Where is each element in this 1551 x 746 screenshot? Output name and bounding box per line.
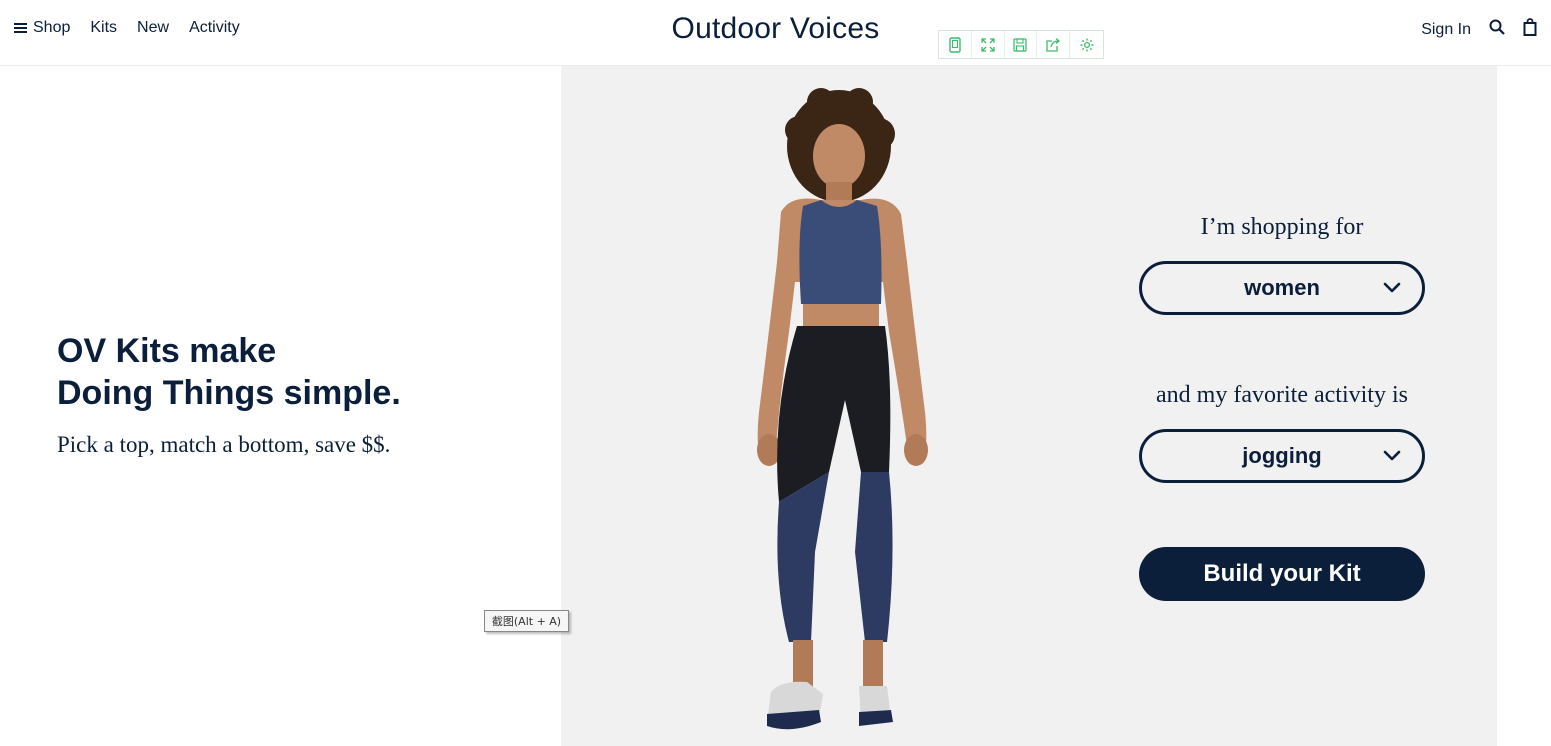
hero-subline: Pick a top, match a bottom, save $$. [57,432,391,457]
build-your-kit-button[interactable]: Build your Kit [1139,547,1425,601]
tablet-icon[interactable] [939,31,972,58]
nav-new[interactable]: New [137,19,169,37]
nav-kits[interactable]: Kits [90,19,117,37]
activity-select[interactable]: jogging [1139,429,1425,483]
activity-value: jogging [1242,443,1322,468]
hero-headline-line2: Doing Things simple. [57,374,401,412]
shopping-for-select[interactable]: women [1139,261,1425,315]
shopping-bag-icon[interactable] [1523,18,1537,41]
right-margin [1497,66,1551,746]
chevron-down-icon [1383,450,1401,461]
shopping-for-value: women [1244,275,1320,300]
hero-headline: OV Kits make Doing Things simple. [57,330,537,414]
settings-icon[interactable] [1070,31,1103,58]
hero-image-panel: I’m shopping for women and my favorite a… [561,66,1497,746]
shopping-for-label: I’m shopping for [1200,214,1364,240]
share-icon[interactable] [1037,31,1071,58]
chevron-down-icon [1383,282,1401,293]
account-nav: Sign In [1421,18,1537,41]
search-icon[interactable] [1489,19,1505,40]
nav-shop-label: Shop [33,19,71,36]
primary-nav: Shop Kits New Activity [14,19,240,37]
model-photo [757,88,928,730]
menu-icon [14,23,27,33]
hero-headline-line1: OV Kits make [57,332,277,370]
activity-label: and my favorite activity is [1156,382,1408,408]
brand-logo[interactable]: Outdoor Voices [672,12,880,45]
floating-toolbar [938,30,1104,59]
nav-activity[interactable]: Activity [189,19,240,37]
save-icon[interactable] [1005,31,1038,58]
nav-shop[interactable]: Shop [14,19,70,37]
top-navigation-bar: Shop Kits New Activity Outdoor Voices Si… [0,0,1551,66]
sign-in-link[interactable]: Sign In [1421,21,1471,39]
fullscreen-icon[interactable] [972,31,1005,58]
screenshot-tooltip: 截图(Alt + A) [484,610,569,632]
